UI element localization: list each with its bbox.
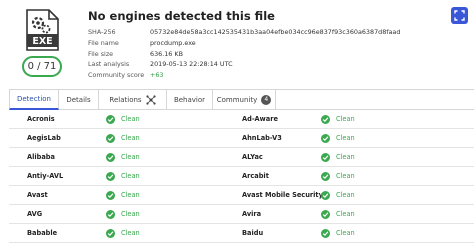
table-row: AegisLab Clean AhnLab-V3 Clean [9,129,474,148]
engine-name: Babable [27,229,58,237]
table-row: Acronis Clean Ad-Aware Clean [9,110,474,129]
community-count-badge: 4 [261,94,272,105]
tab-community[interactable]: Community 4 [213,90,276,109]
check-circle-icon [106,190,115,200]
metadata-key: SHA-256 [88,28,116,36]
metadata-row-filename: File name procdump.exe [88,38,400,49]
tab-details[interactable]: Details [59,90,99,109]
engine-name: Alibaba [27,153,55,161]
table-row: Antiy-AVL Clean Arcabit Clean [9,167,474,186]
engine-result: Clean [106,129,140,147]
engine-result: Clean [106,148,140,166]
metadata-key: File name [88,38,119,47]
table-row: Avast Clean Avast Mobile Security Clean [9,186,474,205]
expand-button[interactable] [451,7,468,24]
metadata-key: Last analysis [88,60,130,69]
metadata-row-sha256: SHA-256 05732e84de58a3cc142535431b3aa04e… [88,27,400,38]
tab-label: Community [216,95,258,104]
engine-name: Ad-Aware [242,115,278,123]
check-circle-icon [106,228,115,238]
engine-result: Clean [321,224,355,242]
check-circle-icon [106,114,115,124]
tab-label: Details [66,95,91,104]
tab-label: Behavior [173,95,206,104]
engine-name: Avast [27,191,48,199]
engine-name: AVG [27,210,43,218]
engine-name: AhnLab-V3 [242,134,282,142]
table-row: Babable Clean Baidu Clean [9,224,474,243]
table-row: Alibaba Clean ALYac Clean [9,148,474,167]
engine-result: Clean [321,129,355,147]
tab-label: Detection [16,95,51,103]
file-type-icon: EXE [25,9,59,51]
check-circle-icon [321,114,330,124]
engine-name: Avira [242,210,262,218]
engine-name: Acronis [27,115,55,123]
check-circle-icon [106,171,115,181]
check-circle-icon [106,133,115,143]
expand-icon [454,10,465,21]
detection-score-value: 0 / 71 [27,61,57,72]
engine-name: Baidu [242,229,264,237]
file-icon-label: EXE [32,36,52,47]
engine-result: Clean [106,167,140,185]
tab-bar: Detection Details Relations Behavior Com… [9,89,474,110]
engine-result: Clean [321,110,355,128]
filesize-value: 636.16 KB [150,49,183,58]
engine-result: Clean [106,110,140,128]
metadata-row-filesize: File size 636.16 KB [88,49,400,60]
check-circle-icon [321,152,330,162]
page-title: No engines detected this file [88,9,275,23]
check-circle-icon [321,190,330,200]
table-row: AVG Clean Avira Clean [9,205,474,224]
sha256-value[interactable]: 05732e84de58a3cc142535431b3aa04efbe034cc… [150,27,400,38]
engine-result: Clean [321,167,355,185]
engine-name: Arcabit [242,172,269,180]
engine-result: Clean [321,148,355,166]
check-circle-icon [106,209,115,219]
check-circle-icon [106,152,115,162]
graph-icon [145,94,156,105]
check-circle-icon [321,133,330,143]
filename-value: procdump.exe [150,38,196,47]
metadata-row-community-score: Community score +63 [88,70,400,81]
metadata-row-last-analysis: Last analysis 2019-05-13 22:28:14 UTC [88,59,400,70]
last-analysis-value: 2019-05-13 22:28:14 UTC [150,60,233,69]
engine-result: Clean [106,186,140,204]
engine-name: ALYac [242,153,263,161]
tab-behavior[interactable]: Behavior [167,90,213,109]
engine-result: Clean [321,186,355,204]
metadata-key: Community score [88,71,145,80]
tab-relations[interactable]: Relations [99,90,167,109]
check-circle-icon [321,171,330,181]
file-metadata: SHA-256 05732e84de58a3cc142535431b3aa04e… [88,27,400,81]
metadata-key: File size [88,49,114,58]
detection-results: Acronis Clean Ad-Aware Clean AegisLab Cl… [9,110,474,243]
engine-name: AegisLab [27,134,61,142]
check-circle-icon [321,209,330,219]
engine-name: Avast Mobile Security [242,191,323,199]
check-circle-icon [321,228,330,238]
tab-detection[interactable]: Detection [9,90,59,110]
engine-name: Antiy-AVL [27,172,64,180]
tab-label: Relations [109,95,142,104]
community-score-value: +63 [150,71,164,80]
engine-result: Clean [321,205,355,223]
engine-result: Clean [106,224,140,242]
engine-result: Clean [106,205,140,223]
detection-score: 0 / 71 [22,56,62,77]
